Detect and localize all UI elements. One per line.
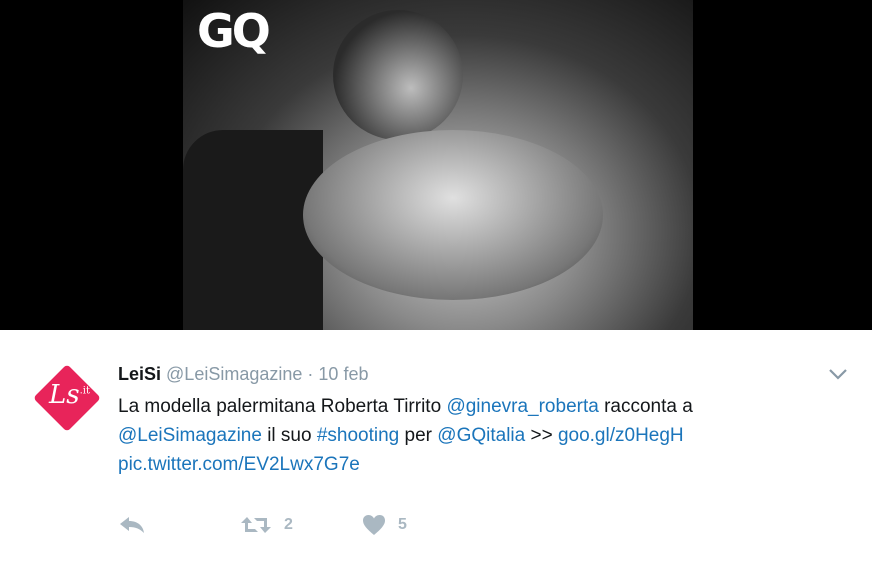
like-button[interactable]: 5	[362, 514, 407, 536]
text-part: il suo	[261, 425, 317, 446]
tweet-media[interactable]: GQ	[0, 0, 872, 330]
gq-logo: GQ	[197, 4, 271, 58]
pic-link[interactable]: pic.twitter.com/EV2Lwx7G7e	[118, 454, 360, 475]
text-part: La modella palermitana Roberta Tirrito	[118, 396, 447, 417]
handle[interactable]: @LeiSimagazine	[166, 364, 302, 384]
like-count: 5	[398, 516, 407, 533]
url-link[interactable]: goo.gl/z0HegH	[558, 425, 684, 446]
mention-link[interactable]: @ginevra_roberta	[446, 396, 598, 417]
mention-link[interactable]: @LeiSimagazine	[118, 425, 262, 446]
retweet-count: 2	[284, 516, 293, 533]
separator: ·	[307, 364, 314, 384]
photo-sofa-shape	[183, 130, 323, 330]
avatar-logo-text: Ls.it	[49, 380, 91, 410]
retweet-button[interactable]: 2	[240, 514, 362, 536]
tweet-actions: 2 5	[118, 514, 407, 536]
tweet-header: LeiSi @LeiSimagazine · 10 feb	[118, 364, 368, 385]
chevron-down-icon	[829, 369, 847, 380]
text-part: >>	[525, 425, 558, 446]
mention-link[interactable]: @GQitalia	[437, 425, 525, 446]
hashtag-link[interactable]: #shooting	[317, 425, 399, 446]
media-photo[interactable]: GQ	[183, 0, 693, 330]
avatar[interactable]: Ls.it	[33, 364, 101, 432]
retweet-icon	[241, 517, 271, 533]
more-options-button[interactable]	[829, 364, 847, 385]
heart-icon	[363, 515, 385, 535]
reply-icon	[120, 517, 144, 533]
tweet-text: La modella palermitana Roberta Tirrito @…	[118, 392, 798, 479]
photo-body-shape	[303, 130, 603, 300]
tweet-date[interactable]: 10 feb	[318, 364, 368, 384]
photo-head-shape	[333, 10, 463, 140]
text-part: racconta a	[598, 396, 693, 417]
text-part: per	[399, 425, 438, 446]
display-name[interactable]: LeiSi	[118, 364, 161, 384]
reply-button[interactable]	[118, 515, 240, 535]
